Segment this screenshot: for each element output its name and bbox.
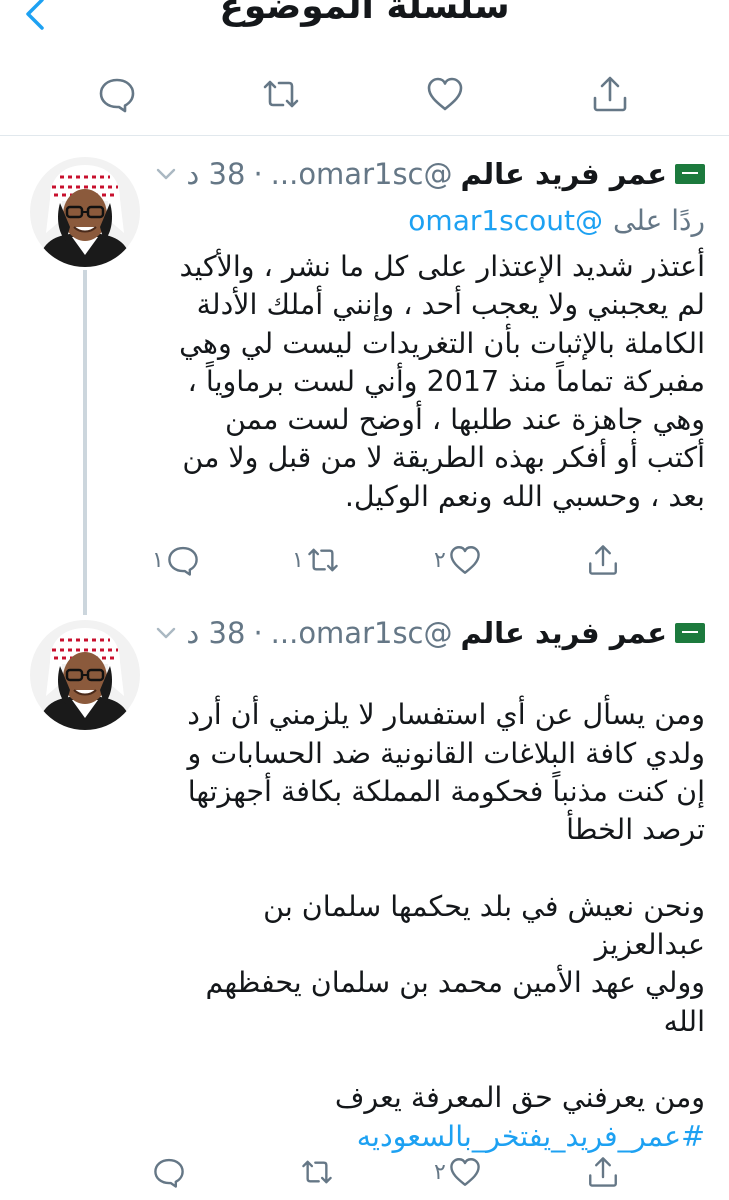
author-name[interactable]: عمر فريد عالم bbox=[461, 157, 667, 191]
reply-icon bbox=[154, 1158, 184, 1188]
replying-to: ردًا على @omar1scout bbox=[408, 200, 705, 240]
retweet-icon bbox=[263, 80, 299, 108]
retweet-icon bbox=[308, 548, 338, 572]
avatar[interactable] bbox=[30, 157, 140, 267]
share-button[interactable] bbox=[586, 1149, 620, 1195]
avatar-image bbox=[30, 620, 140, 730]
retweet-button[interactable] bbox=[300, 1149, 334, 1195]
retweet-icon bbox=[302, 1160, 332, 1184]
share-button[interactable] bbox=[590, 74, 630, 114]
separator-dot: · bbox=[253, 157, 263, 191]
tweet-header: عمر فريد عالم @omar1sc... · 38 د bbox=[154, 154, 705, 194]
top-nav-bar: سلسلة الموضوع bbox=[0, 0, 729, 44]
retweet-button[interactable] bbox=[261, 74, 301, 114]
reply-button[interactable]: ١ bbox=[150, 537, 200, 583]
avatar[interactable] bbox=[30, 620, 140, 730]
reply-button[interactable] bbox=[152, 1149, 186, 1195]
retweet-count: ١ bbox=[292, 547, 304, 573]
author-handle[interactable]: @omar1sc... bbox=[271, 157, 453, 191]
like-icon bbox=[450, 546, 480, 574]
tweet-card[interactable]: عمر فريد عالم @omar1sc... · 38 د ومن يسأ… bbox=[0, 600, 729, 1200]
reply-mention-link[interactable]: @omar1scout bbox=[408, 204, 603, 237]
tweet-time: 38 د bbox=[186, 616, 246, 650]
tweet-actions: ٢ bbox=[150, 1149, 650, 1195]
author-name[interactable]: عمر فريد عالم bbox=[461, 616, 667, 650]
share-icon bbox=[593, 76, 627, 112]
separator-dot: · bbox=[253, 616, 263, 650]
like-button[interactable] bbox=[425, 74, 465, 114]
avatar-image bbox=[30, 157, 140, 267]
reply-icon bbox=[99, 78, 135, 113]
chevron-down-icon[interactable] bbox=[154, 162, 178, 186]
share-button[interactable] bbox=[586, 537, 620, 583]
saudi-flag-icon bbox=[675, 623, 705, 643]
like-button[interactable]: ٢ bbox=[432, 1149, 482, 1195]
chevron-down-icon[interactable] bbox=[154, 621, 178, 645]
retweet-button[interactable]: ١ bbox=[290, 537, 340, 583]
like-icon bbox=[450, 1158, 480, 1186]
reply-count: ١ bbox=[152, 547, 164, 573]
tweet-actions: ١ ١ ٢ bbox=[150, 537, 650, 583]
reply-button[interactable] bbox=[97, 74, 137, 114]
main-tweet-action-bar bbox=[0, 50, 729, 136]
tweet-header: عمر فريد عالم @omar1sc... · 38 د bbox=[154, 613, 705, 653]
like-count: ٢ bbox=[434, 547, 446, 573]
author-handle[interactable]: @omar1sc... bbox=[271, 616, 453, 650]
like-button[interactable]: ٢ bbox=[432, 537, 482, 583]
reply-icon bbox=[168, 546, 198, 576]
tweet-card[interactable]: عمر فريد عالم @omar1sc... · 38 د ردًا عل… bbox=[0, 137, 729, 605]
like-count: ٢ bbox=[434, 1159, 446, 1185]
tweet-time: 38 د bbox=[186, 157, 246, 191]
share-icon bbox=[589, 545, 617, 575]
tweet-text-body: ومن يسأل عن أي استفسار لا يلزمني أن أرد … bbox=[187, 698, 705, 1115]
replying-to-label: ردًا على bbox=[613, 203, 705, 237]
tweet-text: ومن يسأل عن أي استفسار لا يلزمني أن أرد … bbox=[165, 658, 705, 1194]
tweet-text: أعتذر شديد الإعتذار على كل ما نشر ، والأ… bbox=[179, 250, 705, 513]
page-title: سلسلة الموضوع bbox=[219, 0, 510, 27]
saudi-flag-icon bbox=[675, 164, 705, 184]
share-icon bbox=[589, 1157, 617, 1187]
like-icon bbox=[427, 77, 463, 111]
